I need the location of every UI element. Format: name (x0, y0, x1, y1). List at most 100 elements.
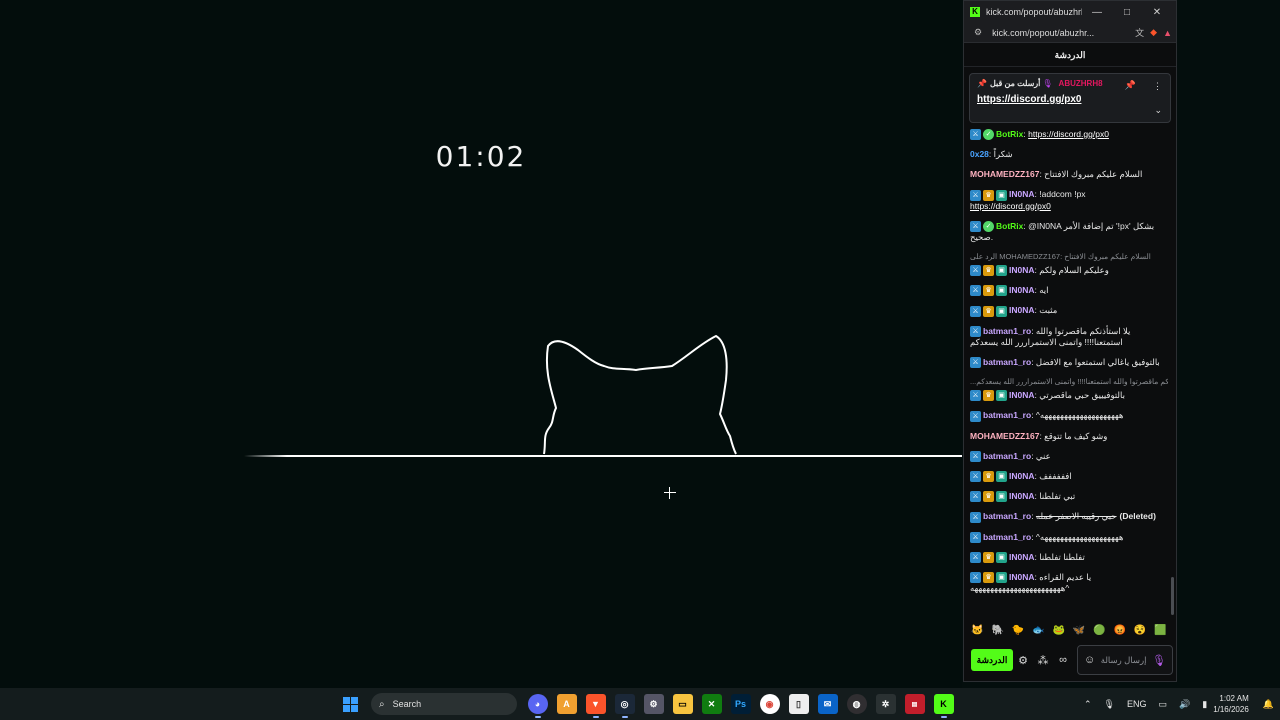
chat-message[interactable]: ⚔ ✓ BotRix: https://discord.gg/px0 (970, 129, 1168, 141)
mail-icon[interactable]: ✉ (817, 694, 838, 714)
emote-icon[interactable]: 🦋 (1072, 623, 1087, 638)
chat-username[interactable]: IN0NA (1009, 285, 1035, 295)
close-button[interactable]: ✕ (1142, 7, 1172, 18)
chat-username[interactable]: IN0NA (1009, 552, 1035, 562)
battery-icon[interactable]: ▮ (1202, 699, 1207, 710)
chat-message[interactable]: ⚔ ♛ ▣ IN0NA: !addcom !px https://discord.gg/… (970, 189, 1168, 211)
chat-message[interactable]: ⚔ ♛ ▣ IN0NA: يا عديم القراءه ^ههههههههههههه… (970, 572, 1168, 594)
chat-username[interactable]: BotRix (996, 221, 1023, 231)
notification-bell-icon[interactable]: 🔔 (1263, 699, 1274, 710)
reply-preview[interactable]: ...نكم ماقصرتوا والله استمتعنا!!!! واتمن… (970, 377, 1168, 386)
users-icon[interactable]: ⁂ (1033, 654, 1053, 667)
chat-message[interactable]: ⚔ batman1_ro: عني (970, 451, 1168, 462)
emote-icon[interactable]: 🐸 (1051, 623, 1066, 638)
chat-username[interactable]: batman1_ro (983, 357, 1031, 367)
chat-username[interactable]: IN0NA (1009, 305, 1035, 315)
chat-username[interactable]: batman1_ro (983, 532, 1031, 542)
photoshop-icon[interactable]: Ps (730, 694, 751, 714)
chat-message[interactable]: MOHAMEDZZ167: السلام عليكم مبروك الافتتا… (970, 169, 1168, 180)
minimize-button[interactable]: — (1082, 7, 1112, 18)
discord-icon[interactable]: ◕ (527, 694, 548, 718)
settings-gear-icon[interactable]: ⚙ (1013, 654, 1033, 667)
clock[interactable]: 1:02 AM 1/16/2026 (1213, 693, 1249, 715)
chat-username[interactable]: batman1_ro (983, 410, 1031, 420)
chat-username[interactable]: BotRix (996, 129, 1023, 139)
chat-message[interactable]: ⚔ ♛ ▣ IN0NA: بالتوفيييق حبي ماقصرتي (970, 390, 1168, 402)
chat-message[interactable]: ⚔ batman1_ro: حبي رقيبه الاصفر عمله (Delet… (970, 511, 1168, 523)
settings-icon[interactable]: ⚙ (643, 694, 664, 714)
chat-message[interactable]: ⚔ batman1_ro: ^ههههههههههههههههههههه (970, 532, 1168, 543)
start-button[interactable] (341, 694, 361, 714)
chat-message[interactable]: ⚔ ♛ ▣ IN0NA: مثبت (970, 305, 1168, 317)
translate-icon[interactable]: 文 (1135, 26, 1144, 39)
emote-icon[interactable]: 🐤 (1011, 623, 1026, 638)
pinned-user[interactable]: ABUZHRH8 (1059, 79, 1103, 88)
chat-message[interactable]: ⚔ batman1_ro: ^ههههههههههههههههههههه (970, 410, 1168, 422)
steam-icon[interactable]: ◎ (614, 694, 635, 718)
unpin-icon[interactable]: 📌 (1125, 80, 1136, 91)
pinned-link[interactable]: https://discord.gg/px0 (977, 94, 1163, 105)
emote-icon[interactable]: 🐱 (970, 623, 985, 638)
emote-icon[interactable]: 🐘 (990, 623, 1005, 638)
site-settings-icon[interactable]: ⚙ (974, 27, 982, 38)
chat-message[interactable]: 0x28: شكراً (970, 149, 1168, 160)
chat-username[interactable]: IN0NA (1009, 390, 1035, 400)
window-titlebar[interactable]: K kick.com/popout/abuzhrh8/... — □ ✕ (964, 1, 1176, 23)
emoji-picker-icon[interactable]: ☺ (1084, 654, 1095, 666)
brave-rewards-icon[interactable]: ▲ (1163, 28, 1172, 38)
chat-message[interactable]: ⚔ ✓ BotRix: @IN0NA تم إضافة الأمر '!px' بش… (970, 221, 1168, 243)
chevron-down-icon[interactable]: ⌄ (1154, 105, 1162, 116)
network-icon[interactable]: ▭ (1159, 699, 1168, 710)
url-text[interactable]: kick.com/popout/abuzhr... (992, 28, 1129, 38)
chat-username[interactable]: IN0NA (1009, 265, 1035, 275)
kick-icon[interactable]: K (933, 694, 954, 718)
brave-a-icon[interactable]: A (556, 694, 577, 714)
brave-icon[interactable]: ▼ (585, 694, 606, 718)
chrome-icon[interactable]: ◉ (759, 694, 780, 714)
pinned-message[interactable]: 📌 أرسلت من قبل 🎙 ABUZHRH8 📌 ⋮ https://di… (969, 73, 1171, 123)
maximize-button[interactable]: □ (1112, 7, 1142, 18)
chat-username[interactable]: batman1_ro (983, 326, 1031, 336)
obs-icon[interactable]: ◍ (846, 694, 867, 714)
chat-message[interactable]: MOHAMEDZZ167: وشو كيف ما تتوقع (970, 431, 1168, 442)
emote-icon[interactable]: 😵 (1133, 623, 1148, 638)
emote-icon[interactable]: 🟩 (1153, 623, 1168, 638)
taskbar-search[interactable]: ⌕ Search (371, 693, 517, 715)
volume-icon[interactable]: 🔊 (1179, 699, 1190, 710)
gear-icon[interactable]: ✲ (875, 694, 896, 714)
more-options-icon[interactable]: ⋮ (1153, 81, 1162, 92)
chat-username[interactable]: IN0NA (1009, 491, 1035, 501)
chat-link[interactable]: https://discord.gg/px0 (1028, 129, 1109, 139)
news-icon[interactable]: ▤ (904, 694, 925, 714)
emote-icon[interactable]: 🐟 (1031, 623, 1046, 638)
chat-username[interactable]: MOHAMEDZZ167 (970, 431, 1039, 441)
chat-username[interactable]: IN0NA (1009, 572, 1035, 582)
chat-message[interactable]: ⚔ ♛ ▣ IN0NA: وعليكم السلام ولكم (970, 265, 1168, 276)
chat-message[interactable]: ⚔ ♛ ▣ IN0NA: ايه (970, 285, 1168, 297)
chat-message[interactable]: ⚔ batman1_ro: بالتوفيق ياغالي استمتعوا مع… (970, 357, 1168, 368)
address-bar[interactable]: ⚙ kick.com/popout/abuzhr... 文 ◆ ▲ (964, 23, 1176, 43)
emote-icon[interactable]: 😡 (1112, 623, 1127, 638)
chat-username[interactable]: IN0NA (1009, 471, 1035, 481)
language-indicator[interactable]: ENG (1127, 699, 1147, 709)
reply-preview[interactable]: الرد على MOHAMEDZZ167: السلام عليكم مبرو… (970, 252, 1168, 261)
infinity-icon[interactable]: ∞ (1053, 654, 1073, 666)
xbox-icon[interactable]: ✕ (701, 694, 722, 714)
chat-username[interactable]: MOHAMEDZZ167 (970, 169, 1039, 179)
chevron-up-icon[interactable]: ⌃ (1084, 699, 1092, 710)
emote-icon[interactable]: 🟢 (1092, 623, 1107, 638)
chat-link[interactable]: https://discord.gg/px0 (970, 201, 1051, 211)
brave-shields-icon[interactable]: ◆ (1150, 27, 1157, 38)
chat-input[interactable]: ☺ إرسال رسالة 🎙 (1077, 645, 1173, 675)
chat-message[interactable]: ⚔ ♛ ▣ IN0NA: افففففف (970, 471, 1168, 482)
file-icon[interactable]: ▯ (788, 694, 809, 714)
chat-message[interactable]: ⚔ ♛ ▣ IN0NA: تبي تفلطنا (970, 491, 1168, 503)
chat-message[interactable]: ⚔ batman1_ro: يلا استأذنكم ماقصرتوا والله… (970, 326, 1168, 348)
microphone-icon[interactable]: 🎙 (1152, 654, 1166, 667)
folder-icon[interactable]: ▭ (672, 694, 693, 714)
chat-scrollbar[interactable] (1171, 577, 1174, 615)
chat-username[interactable]: 0x28 (970, 149, 989, 159)
chat-username[interactable]: batman1_ro (983, 511, 1031, 521)
chat-send-button[interactable]: الدردشة (971, 649, 1013, 671)
chat-username[interactable]: batman1_ro (983, 451, 1031, 461)
